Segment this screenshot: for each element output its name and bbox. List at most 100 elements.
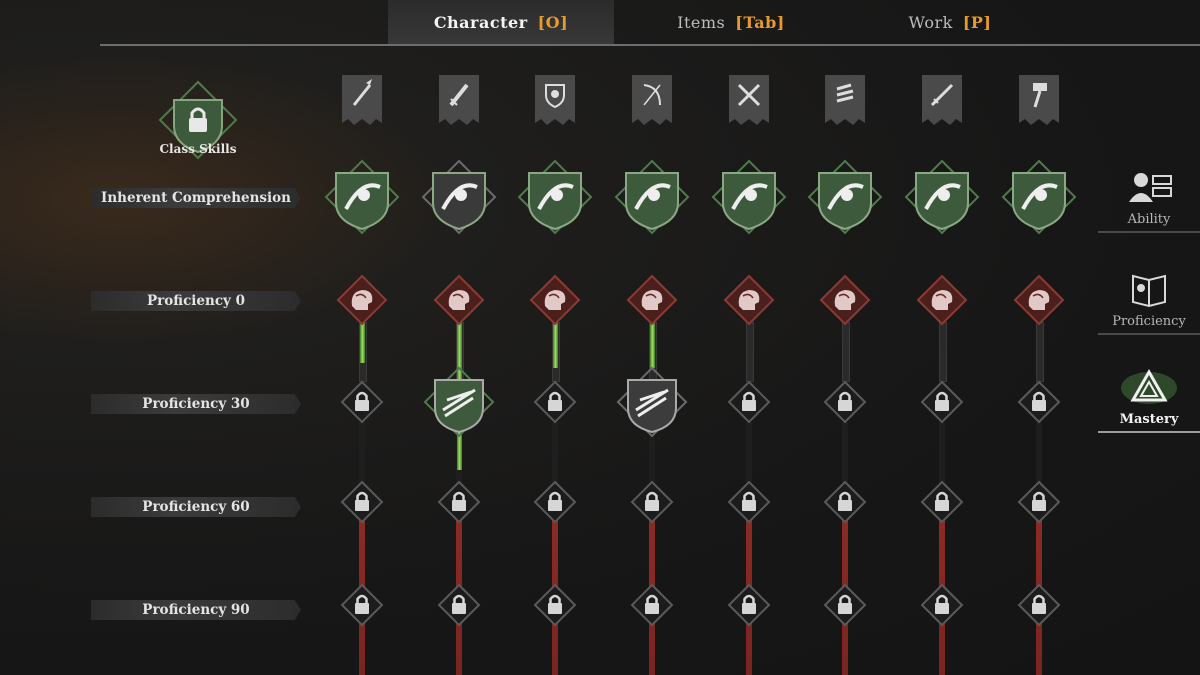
- sidebar-proficiency[interactable]: Proficiency: [1098, 270, 1200, 335]
- weapon-tab[interactable]: [922, 75, 962, 133]
- lock-icon: [533, 480, 577, 524]
- locked-node[interactable]: [719, 575, 779, 635]
- lock-icon: [823, 480, 867, 524]
- proficiency-0-node[interactable]: [912, 270, 972, 330]
- dual-skill-icon: [711, 159, 787, 235]
- brain-icon: [336, 274, 388, 326]
- arrows-skill-icon: [616, 366, 688, 438]
- proficiency-0-node[interactable]: [1009, 270, 1069, 330]
- locked-node[interactable]: [429, 472, 489, 532]
- weapon-tab[interactable]: [825, 75, 865, 133]
- locked-node[interactable]: [332, 575, 392, 635]
- tab-items-label: Items: [677, 12, 726, 32]
- locked-node[interactable]: [622, 575, 682, 635]
- brain-icon: [626, 274, 678, 326]
- tab-items[interactable]: Items [Tab]: [636, 0, 826, 44]
- lock-icon: [920, 480, 964, 524]
- lock-icon: [630, 583, 674, 627]
- claw-skill-icon: [807, 159, 883, 235]
- row-label-prof-0: Proficiency 0: [91, 291, 301, 311]
- row-label-inherent: Inherent Comprehension: [91, 188, 301, 208]
- proficiency-30-skill-node[interactable]: [614, 364, 690, 440]
- inherent-skill-node[interactable]: [904, 159, 980, 235]
- locked-node[interactable]: [912, 472, 972, 532]
- proficiency-0-node[interactable]: [719, 270, 779, 330]
- weapon-tab[interactable]: [729, 75, 769, 133]
- claw-icon: [825, 75, 865, 125]
- blade-skill-icon: [421, 159, 497, 235]
- lock-icon: [1017, 380, 1061, 424]
- lock-icon: [533, 583, 577, 627]
- lock-icon: [1017, 480, 1061, 524]
- sidebar-mastery[interactable]: Mastery: [1098, 368, 1200, 433]
- lock-icon: [340, 480, 384, 524]
- weapon-tab[interactable]: [632, 75, 672, 133]
- lock-icon: [727, 583, 771, 627]
- locked-node[interactable]: [429, 575, 489, 635]
- inherent-skill-node[interactable]: [517, 159, 593, 235]
- bow-icon: [632, 75, 672, 125]
- proficiency-0-node[interactable]: [332, 270, 392, 330]
- locked-node[interactable]: [815, 575, 875, 635]
- brain-icon: [529, 274, 581, 326]
- proficiency-0-node[interactable]: [429, 270, 489, 330]
- locked-node[interactable]: [1009, 372, 1069, 432]
- hammer-icon: [1019, 75, 1059, 125]
- locked-node[interactable]: [1009, 575, 1069, 635]
- brain-icon: [819, 274, 871, 326]
- proficiency-30-skill-node[interactable]: [421, 364, 497, 440]
- tab-work-label: Work: [908, 12, 953, 32]
- ability-icon: [1119, 168, 1179, 208]
- locked-node[interactable]: [332, 472, 392, 532]
- lock-icon: [727, 480, 771, 524]
- lock-icon: [823, 583, 867, 627]
- lock-icon: [630, 480, 674, 524]
- inherent-skill-node[interactable]: [421, 159, 497, 235]
- track-segment: [359, 422, 365, 675]
- locked-node[interactable]: [815, 372, 875, 432]
- lock-icon: [1017, 583, 1061, 627]
- inherent-skill-node[interactable]: [711, 159, 787, 235]
- weapon-tab[interactable]: [439, 75, 479, 133]
- locked-node[interactable]: [815, 472, 875, 532]
- mastery-icon: [1119, 368, 1179, 408]
- locked-node[interactable]: [912, 575, 972, 635]
- class-skills-label: Class Skills: [159, 142, 237, 156]
- inherent-skill-node[interactable]: [614, 159, 690, 235]
- locked-node[interactable]: [719, 372, 779, 432]
- tab-items-key: [Tab]: [735, 12, 785, 32]
- weapon-tab[interactable]: [342, 75, 382, 133]
- fist-skill-icon: [1001, 159, 1077, 235]
- inherent-skill-node[interactable]: [1001, 159, 1077, 235]
- proficiency-0-node[interactable]: [525, 270, 585, 330]
- tab-character-key: [O]: [537, 12, 569, 32]
- lock-icon: [437, 480, 481, 524]
- weapon-tab[interactable]: [535, 75, 575, 133]
- locked-node[interactable]: [525, 372, 585, 432]
- proficiency-0-node[interactable]: [815, 270, 875, 330]
- sidebar-ability[interactable]: Ability: [1098, 168, 1200, 233]
- locked-node[interactable]: [912, 372, 972, 432]
- locked-node[interactable]: [719, 472, 779, 532]
- locked-node[interactable]: [622, 472, 682, 532]
- row-label-prof-90: Proficiency 90: [91, 600, 301, 620]
- brain-icon: [916, 274, 968, 326]
- track-segment: [842, 422, 848, 675]
- locked-node[interactable]: [525, 575, 585, 635]
- brain-icon: [433, 274, 485, 326]
- locked-node[interactable]: [1009, 472, 1069, 532]
- locked-node[interactable]: [525, 472, 585, 532]
- locked-node[interactable]: [332, 372, 392, 432]
- lock-icon: [727, 380, 771, 424]
- class-skills-button[interactable]: Class Skills: [158, 80, 238, 160]
- sidebar-proficiency-label: Proficiency: [1112, 314, 1186, 329]
- inherent-skill-node[interactable]: [807, 159, 883, 235]
- tab-work[interactable]: Work [P]: [860, 0, 1040, 44]
- proficiency-0-node[interactable]: [622, 270, 682, 330]
- archer-skill-icon: [614, 159, 690, 235]
- row-label-prof-60: Proficiency 60: [91, 497, 301, 517]
- inherent-skill-node[interactable]: [324, 159, 400, 235]
- slash-skill-icon: [423, 366, 495, 438]
- tab-character[interactable]: Character [O]: [388, 0, 614, 44]
- weapon-tab[interactable]: [1019, 75, 1059, 133]
